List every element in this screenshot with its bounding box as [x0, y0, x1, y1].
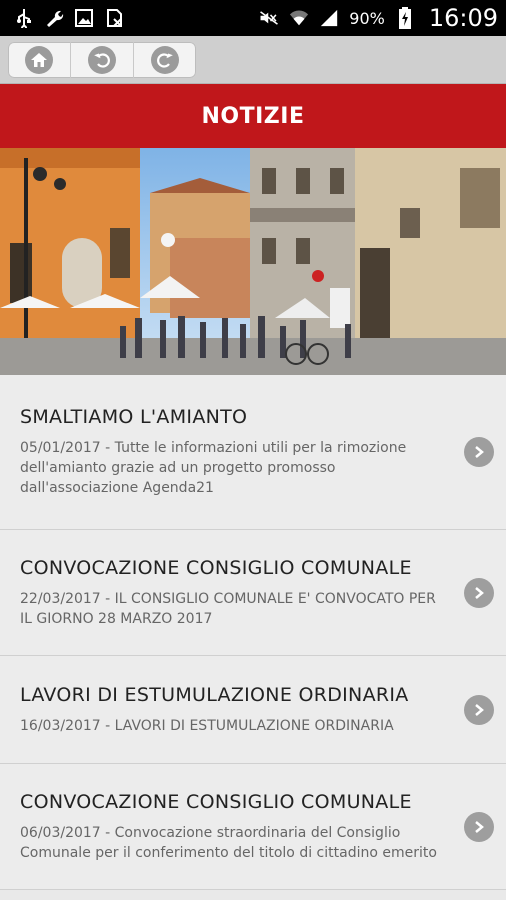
news-title: SMALTIAMO L'AMIANTO: [20, 406, 248, 428]
news-item[interactable]: CONVOCAZIONE CONSIGLIO COMUNALE 06/03/20…: [0, 764, 506, 890]
news-item[interactable]: CONVOCAZIONE CONSIGLIO COMUNALE 22/03/20…: [0, 530, 506, 656]
news-item[interactable]: LAVORI DI ESTUMULAZIONE ORDINARIA 16/03/…: [0, 656, 506, 764]
news-description: 06/03/2017 - Convocazione straordinaria …: [20, 824, 437, 861]
news-list: SMALTIAMO L'AMIANTO 05/01/2017 - Tutte l…: [0, 375, 506, 890]
nav-button-group: [8, 41, 196, 78]
battery-percentage: 90%: [349, 8, 385, 28]
image-icon: [74, 8, 94, 28]
news-description: 16/03/2017 - LAVORI DI ESTUMULAZIONE ORD…: [20, 717, 394, 734]
battery-charging-icon: [395, 7, 415, 29]
page-header: NOTIZIE: [0, 84, 506, 148]
news-item[interactable]: SMALTIAMO L'AMIANTO 05/01/2017 - Tutte l…: [0, 375, 506, 530]
home-button[interactable]: [8, 41, 71, 78]
hero-image: [0, 148, 506, 375]
clock: 16:09: [428, 4, 498, 32]
news-description: 05/01/2017 - Tutte le informazioni utili…: [20, 440, 407, 496]
chevron-right-icon[interactable]: [464, 577, 494, 608]
chevron-right-icon[interactable]: [464, 694, 494, 725]
signal-icon: [319, 8, 339, 28]
status-left: [14, 8, 124, 28]
status-right: 90% 16:09: [259, 4, 498, 32]
refresh-icon: [151, 45, 179, 74]
wrench-icon: [44, 8, 64, 28]
news-title: LAVORI DI ESTUMULAZIONE ORDINARIA: [20, 683, 409, 706]
news-title: CONVOCAZIONE CONSIGLIO COMUNALE: [20, 556, 412, 579]
back-icon: [88, 45, 116, 74]
chevron-right-icon[interactable]: [464, 437, 494, 467]
usb-icon: [14, 8, 34, 28]
street-scene-illustration: [0, 148, 506, 375]
page-title: NOTIZIE: [201, 103, 305, 129]
mute-icon: [259, 8, 279, 28]
status-bar: 90% 16:09: [0, 0, 506, 36]
browser-toolbar: [0, 36, 506, 84]
news-title: CONVOCAZIONE CONSIGLIO COMUNALE: [20, 790, 412, 813]
wifi-icon: [289, 8, 309, 28]
chevron-right-icon[interactable]: [464, 811, 494, 842]
back-button[interactable]: [71, 41, 134, 78]
news-description: 22/03/2017 - IL CONSIGLIO COMUNALE E' CO…: [20, 590, 436, 627]
no-sim-icon: [104, 8, 124, 28]
home-icon: [25, 45, 53, 74]
refresh-button[interactable]: [134, 42, 196, 78]
